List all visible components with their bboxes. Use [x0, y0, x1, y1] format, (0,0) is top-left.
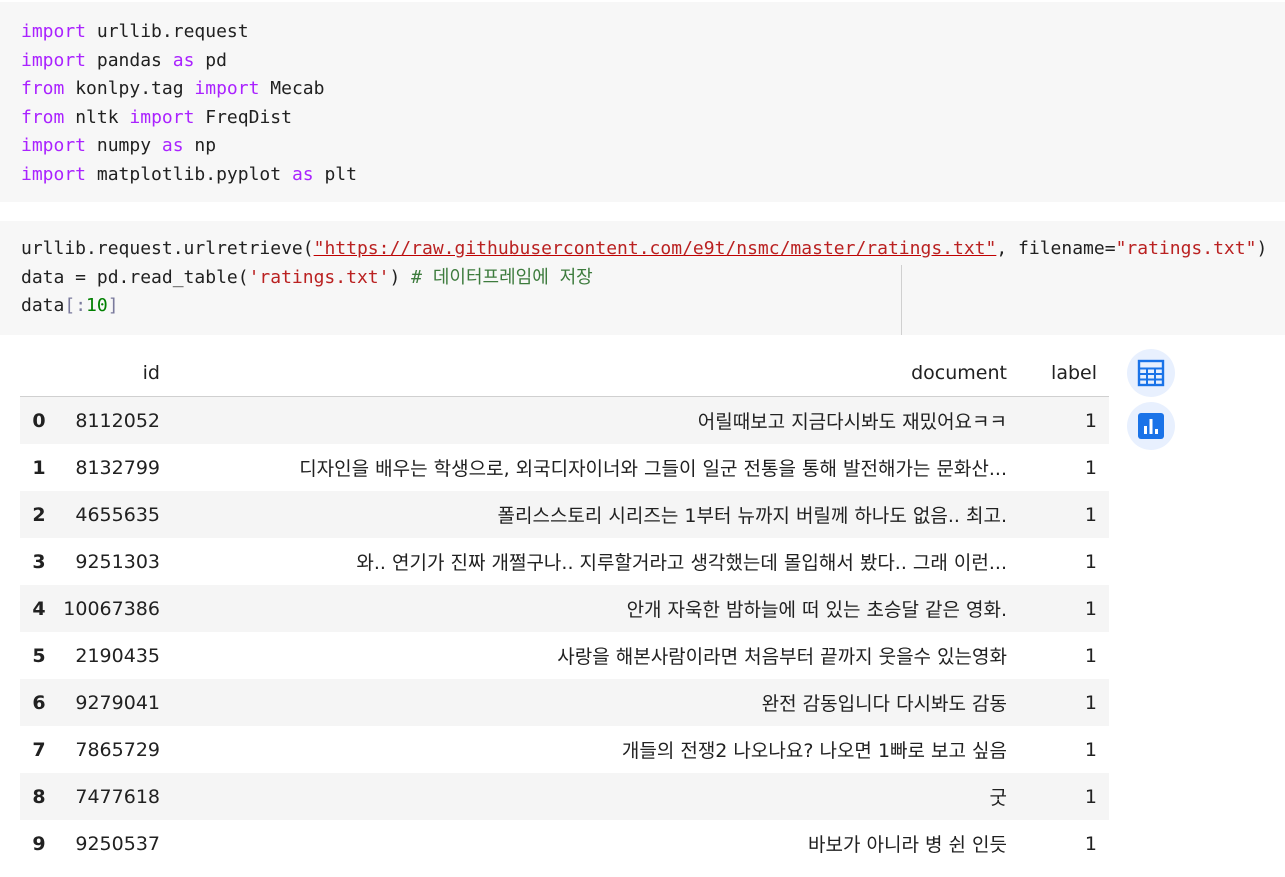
cell-document: 굿	[989, 787, 1007, 809]
code-line: data[:10]	[21, 295, 119, 317]
code-line: urllib.request.urlretrieve("https://raw.…	[21, 238, 1268, 259]
table-row: 0 8112052 어릴때보고 지금다시봐도 재밌어요ㅋㅋ 1	[20, 396, 1109, 444]
table-icon	[1137, 359, 1165, 387]
table-row: 3 9251303 와.. 연기가 진짜 개쩔구나.. 지루할거라고 생각했는데 몰…	[20, 538, 1109, 585]
cell-label: 1	[1084, 550, 1097, 573]
code-line: data = pd.read_table('ratings.txt') # 데이…	[21, 266, 593, 288]
cell-id: 9250537	[75, 832, 160, 855]
cell-document: 바보가 아니라 병 쉰 인듯	[808, 834, 1007, 856]
code-line: from konlpy.tag import Mecab	[21, 78, 325, 100]
table-row: 6 9279041 완전 감동입니다 다시봐도 감동 1	[20, 679, 1109, 726]
row-index: 1	[32, 456, 46, 479]
table-row: 5 2190435 사랑을 해본사람이라면 처음부터 끝까지 웃을수 있는영화 1	[20, 632, 1109, 679]
cell-label: 1	[1084, 644, 1097, 667]
row-index: 3	[32, 550, 46, 573]
url-link[interactable]: "https://raw.githubusercontent.com/e9t/n…	[314, 238, 997, 259]
row-index: 9	[32, 832, 46, 855]
dataframe-output: id document label 0 8112052 어릴때보고 지금다시봐도 재…	[20, 349, 1109, 867]
cell-id: 4655635	[75, 503, 160, 526]
row-index: 2	[32, 503, 46, 526]
code-line: import matplotlib.pyplot as plt	[21, 163, 357, 185]
code-line: from nltk import FreqDist	[21, 106, 292, 128]
cell-document: 안개 자욱한 밤하늘에 떠 있는 초승달 같은 영화.	[626, 599, 1007, 621]
table-row: 7 7865729 개들의 전쟁2 나오나요? 나오면 1빠로 보고 싶음 1	[20, 726, 1109, 773]
table-row: 1 8132799 디자인을 배우는 학생으로, 외국디자이너와 그들이 일군 전통…	[20, 444, 1109, 491]
editor-ruler	[901, 265, 902, 335]
cell-id: 10067386	[63, 597, 160, 620]
cell-label: 1	[1084, 409, 1097, 432]
table-row: 8 7477618 굿 1	[20, 773, 1109, 820]
cell-label: 1	[1084, 456, 1097, 479]
code-editor[interactable]: import urllib.request import pandas as p…	[21, 18, 357, 190]
code-line: import urllib.request	[21, 21, 249, 42]
cell-label: 1	[1084, 691, 1097, 714]
table-row: 2 4655635 폴리스스토리 시리즈는 1부터 뉴까지 버릴께 하나도 없음..…	[20, 491, 1109, 538]
row-index: 6	[32, 691, 46, 714]
code-cell-load-data[interactable]: urllib.request.urlretrieve("https://raw.…	[0, 221, 1285, 335]
row-index: 5	[32, 644, 46, 667]
cell-document: 와.. 연기가 진짜 개쩔구나.. 지루할거라고 생각했는데 몰입해서 봤다..…	[356, 552, 1007, 574]
suggest-charts-button[interactable]	[1127, 402, 1175, 450]
cell-document: 사랑을 해본사람이라면 처음부터 끝까지 웃을수 있는영화	[557, 646, 1007, 668]
row-index: 8	[32, 785, 46, 808]
cell-label: 1	[1084, 503, 1097, 526]
cell-id: 8112052	[75, 409, 160, 432]
table-header-row: id document label	[20, 349, 1109, 397]
column-header-label: label	[1027, 349, 1109, 397]
cell-document: 개들의 전쟁2 나오나요? 나오면 1빠로 보고 싶음	[621, 740, 1007, 762]
cell-document: 디자인을 배우는 학생으로, 외국디자이너와 그들이 일군 전통을 통해 발전해…	[299, 458, 1007, 480]
cell-document: 폴리스스토리 시리즈는 1부터 뉴까지 버릴께 하나도 없음.. 최고.	[497, 505, 1008, 527]
cell-id: 7477618	[75, 785, 160, 808]
cell-document: 완전 감동입니다 다시봐도 감동	[761, 693, 1007, 715]
column-header-document: document	[160, 349, 1027, 397]
chart-icon	[1138, 413, 1164, 439]
cell-id: 9279041	[75, 691, 160, 714]
cell-label: 1	[1084, 738, 1097, 761]
cell-label: 1	[1084, 785, 1097, 808]
row-index: 4	[32, 597, 46, 620]
cell-label: 1	[1084, 832, 1097, 855]
column-header-index	[20, 349, 54, 397]
code-editor[interactable]: urllib.request.urlretrieve("https://raw.…	[21, 235, 1267, 321]
table-row: 9 9250537 바보가 아니라 병 쉰 인듯 1	[20, 820, 1109, 867]
convert-to-interactive-table-button[interactable]	[1127, 349, 1175, 397]
code-line: import numpy as np	[21, 135, 217, 157]
table-row: 4 10067386 안개 자욱한 밤하늘에 떠 있는 초승달 같은 영화. 1	[20, 585, 1109, 632]
cell-id: 7865729	[75, 738, 160, 761]
code-line: import pandas as pd	[21, 49, 227, 71]
cell-label: 1	[1084, 597, 1097, 620]
cell-id: 2190435	[75, 644, 160, 667]
cell-id: 9251303	[75, 550, 160, 573]
column-header-id: id	[54, 349, 160, 397]
row-index: 7	[32, 738, 46, 761]
cell-document: 어릴때보고 지금다시봐도 재밌어요ㅋㅋ	[697, 411, 1007, 433]
code-cell-imports[interactable]: import urllib.request import pandas as p…	[0, 2, 1285, 202]
cell-id: 8132799	[75, 456, 160, 479]
row-index: 0	[32, 409, 46, 432]
